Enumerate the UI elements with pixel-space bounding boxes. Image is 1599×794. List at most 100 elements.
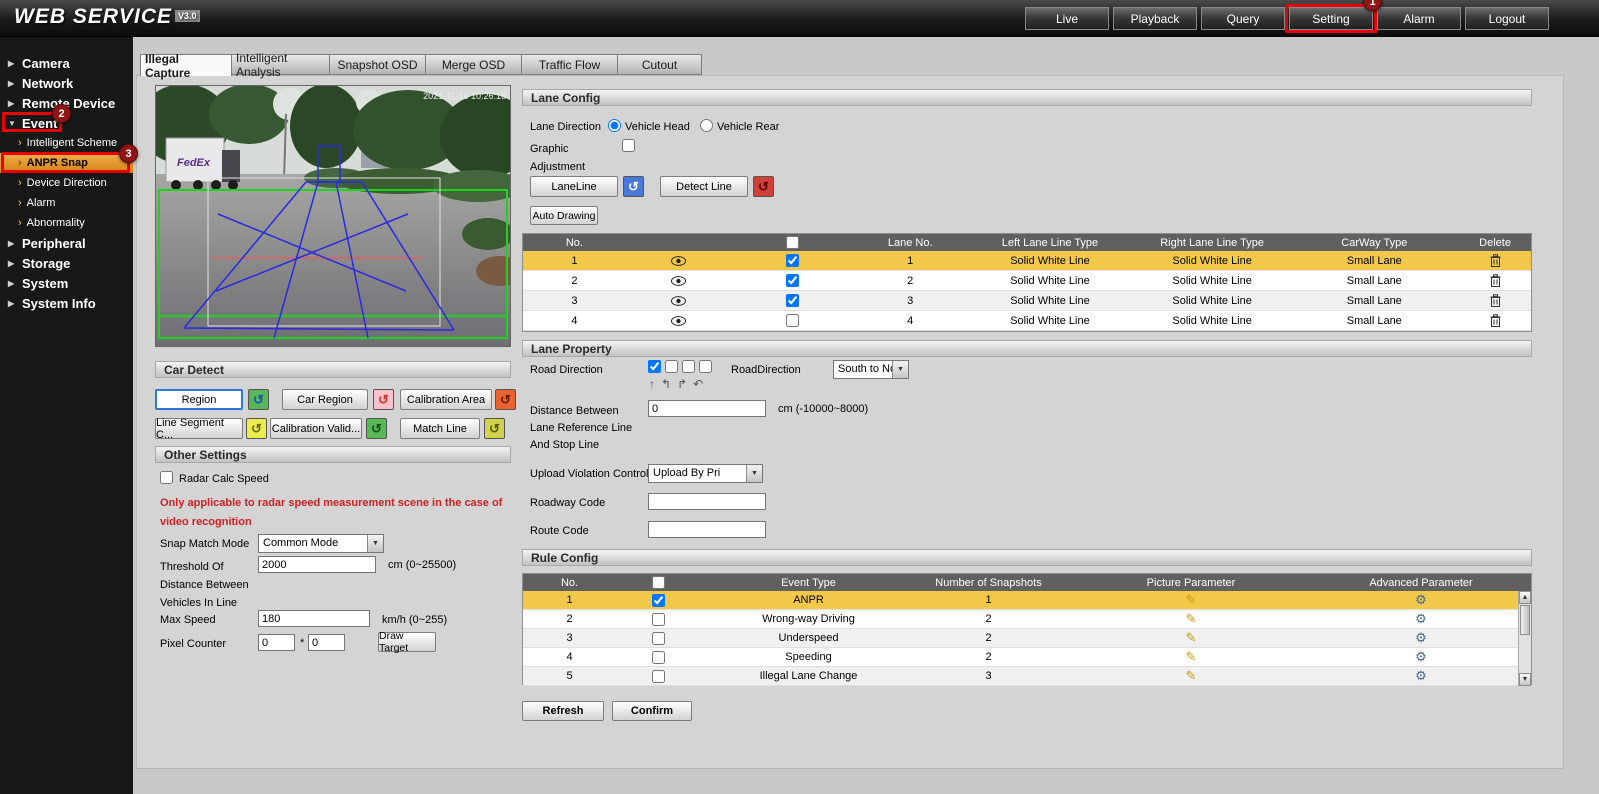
tab-snapshot-osd[interactable]: Snapshot OSD: [330, 54, 426, 75]
auto-drawing-button[interactable]: Auto Drawing: [530, 206, 598, 225]
visibility-eye-icon[interactable]: [626, 291, 731, 310]
tab-merge-osd[interactable]: Merge OSD: [426, 54, 522, 75]
distance-stop-line-input[interactable]: [648, 400, 766, 417]
laneline-button[interactable]: LaneLine: [530, 176, 618, 197]
scroll-up-icon[interactable]: ▲: [1519, 591, 1531, 604]
visibility-eye-icon[interactable]: [626, 251, 731, 270]
picture-parameter-pencil-icon[interactable]: ✎: [1186, 668, 1197, 684]
sidebar-item-peripheral[interactable]: ▶ Peripheral: [0, 233, 133, 253]
delete-trash-icon[interactable]: [1459, 271, 1531, 290]
dir-uturn-checkbox[interactable]: [699, 360, 712, 373]
advanced-parameter-gear-icon[interactable]: ⚙: [1415, 668, 1427, 684]
nav-playback-button[interactable]: Playback: [1113, 7, 1197, 30]
tab-illegal-capture[interactable]: Illegal Capture: [140, 54, 232, 76]
rule-select-checkbox[interactable]: [652, 613, 665, 626]
delete-trash-icon[interactable]: [1459, 251, 1531, 270]
line-segment-button[interactable]: Line Segment C...: [155, 418, 243, 439]
lane-select-checkbox[interactable]: [786, 314, 799, 327]
roadway-code-input[interactable]: [648, 493, 766, 510]
sidebar-item-alarm[interactable]: › Alarm: [0, 193, 133, 213]
nav-logout-button[interactable]: Logout: [1465, 7, 1549, 30]
region-button[interactable]: Region: [155, 389, 243, 410]
rule-select-checkbox[interactable]: [652, 670, 665, 683]
picture-parameter-pencil-icon[interactable]: ✎: [1186, 630, 1197, 646]
rule-table-scrollbar[interactable]: ▲ ▼: [1518, 591, 1531, 686]
calibration-valid-button[interactable]: Calibration Valid...: [270, 418, 362, 439]
table-row[interactable]: 1 1 Solid White Line Solid White Line Sm…: [523, 251, 1531, 271]
camera-preview-canvas[interactable]: FedEx 2021-11-16 10:26:16: [155, 85, 511, 347]
sidebar-item-anpr-snap[interactable]: › ANPR Snap: [0, 153, 133, 173]
advanced-parameter-gear-icon[interactable]: ⚙: [1415, 611, 1427, 627]
picture-parameter-pencil-icon[interactable]: ✎: [1186, 611, 1197, 627]
match-line-button[interactable]: Match Line: [400, 418, 480, 439]
table-row[interactable]: 4 Speeding 2 ✎ ⚙: [523, 648, 1531, 667]
lane-select-checkbox[interactable]: [786, 294, 799, 307]
dir-left-checkbox[interactable]: [665, 360, 678, 373]
table-row[interactable]: 3 Underspeed 2 ✎ ⚙: [523, 629, 1531, 648]
rule-select-checkbox[interactable]: [652, 632, 665, 645]
table-row[interactable]: 3 3 Solid White Line Solid White Line Sm…: [523, 291, 1531, 311]
line-segment-reset-button[interactable]: ↺: [246, 418, 267, 439]
delete-trash-icon[interactable]: [1459, 311, 1531, 330]
select-all-rules-checkbox[interactable]: [652, 576, 665, 589]
rule-select-checkbox[interactable]: [652, 594, 665, 607]
sidebar-item-system-info[interactable]: ▶ System Info: [0, 293, 133, 313]
sidebar-item-network[interactable]: ▶ Network: [0, 73, 133, 93]
route-code-input[interactable]: [648, 521, 766, 538]
graphic-adjustment-checkbox[interactable]: [622, 139, 635, 152]
car-region-button[interactable]: Car Region: [282, 389, 368, 410]
threshold-distance-input[interactable]: [258, 556, 376, 573]
calibration-valid-reset-button[interactable]: ↺: [366, 418, 387, 439]
car-region-reset-button[interactable]: ↺: [373, 389, 394, 410]
vehicle-rear-radio[interactable]: [700, 119, 713, 132]
sidebar-item-storage[interactable]: ▶ Storage: [0, 253, 133, 273]
scrollbar-thumb[interactable]: [1520, 605, 1530, 635]
lane-select-checkbox[interactable]: [786, 254, 799, 267]
sidebar-item-device-direction[interactable]: › Device Direction: [0, 173, 133, 193]
scroll-down-icon[interactable]: ▼: [1519, 673, 1531, 686]
table-row[interactable]: 2 Wrong-way Driving 2 ✎ ⚙: [523, 610, 1531, 629]
dir-straight-checkbox[interactable]: [648, 360, 661, 373]
vehicle-head-radio[interactable]: [608, 119, 621, 132]
advanced-parameter-gear-icon[interactable]: ⚙: [1415, 630, 1427, 646]
calibration-area-button[interactable]: Calibration Area: [400, 389, 492, 410]
pixel-counter-y-input[interactable]: [308, 634, 345, 651]
tab-intelligent-analysis[interactable]: Intelligent Analysis: [232, 54, 330, 75]
table-row[interactable]: 4 4 Solid White Line Solid White Line Sm…: [523, 311, 1531, 331]
sidebar-item-system[interactable]: ▶ System: [0, 273, 133, 293]
dir-right-checkbox[interactable]: [682, 360, 695, 373]
draw-target-button[interactable]: Draw Target: [378, 632, 436, 652]
refresh-button[interactable]: Refresh: [522, 701, 604, 721]
snap-match-mode-select[interactable]: Common Mode ▼: [258, 534, 384, 553]
advanced-parameter-gear-icon[interactable]: ⚙: [1415, 649, 1427, 665]
select-all-lanes-checkbox[interactable]: [786, 236, 799, 249]
nav-query-button[interactable]: Query: [1201, 7, 1285, 30]
visibility-eye-icon[interactable]: [626, 311, 731, 330]
lane-select-checkbox[interactable]: [786, 274, 799, 287]
tab-traffic-flow[interactable]: Traffic Flow: [522, 54, 618, 75]
match-line-reset-button[interactable]: ↺: [484, 418, 505, 439]
delete-trash-icon[interactable]: [1459, 291, 1531, 310]
max-speed-input[interactable]: [258, 610, 370, 627]
picture-parameter-pencil-icon[interactable]: ✎: [1186, 592, 1197, 608]
scrollbar-track[interactable]: [1519, 636, 1531, 673]
calibration-area-reset-button[interactable]: ↺: [495, 389, 516, 410]
tab-cutout[interactable]: Cutout: [618, 54, 702, 75]
nav-alarm-button[interactable]: Alarm: [1377, 7, 1461, 30]
laneline-reset-button[interactable]: ↺: [623, 176, 644, 197]
pixel-counter-x-input[interactable]: [258, 634, 295, 651]
nav-live-button[interactable]: Live: [1025, 7, 1109, 30]
picture-parameter-pencil-icon[interactable]: ✎: [1186, 649, 1197, 665]
detect-line-reset-button[interactable]: ↺: [753, 176, 774, 197]
table-row[interactable]: 5 Illegal Lane Change 3 ✎ ⚙: [523, 667, 1531, 686]
radar-calc-speed-checkbox[interactable]: [160, 471, 173, 484]
sidebar-item-camera[interactable]: ▶ Camera: [0, 53, 133, 73]
detect-line-button[interactable]: Detect Line: [660, 176, 748, 197]
confirm-button[interactable]: Confirm: [612, 701, 692, 721]
region-reset-button[interactable]: ↺: [248, 389, 269, 410]
table-row[interactable]: 1 ANPR 1 ✎ ⚙: [523, 591, 1531, 610]
rule-select-checkbox[interactable]: [652, 651, 665, 664]
table-row[interactable]: 2 2 Solid White Line Solid White Line Sm…: [523, 271, 1531, 291]
sidebar-item-intelligent-scheme[interactable]: › Intelligent Scheme: [0, 133, 133, 153]
sidebar-item-abnormality[interactable]: › Abnormality: [0, 213, 133, 233]
